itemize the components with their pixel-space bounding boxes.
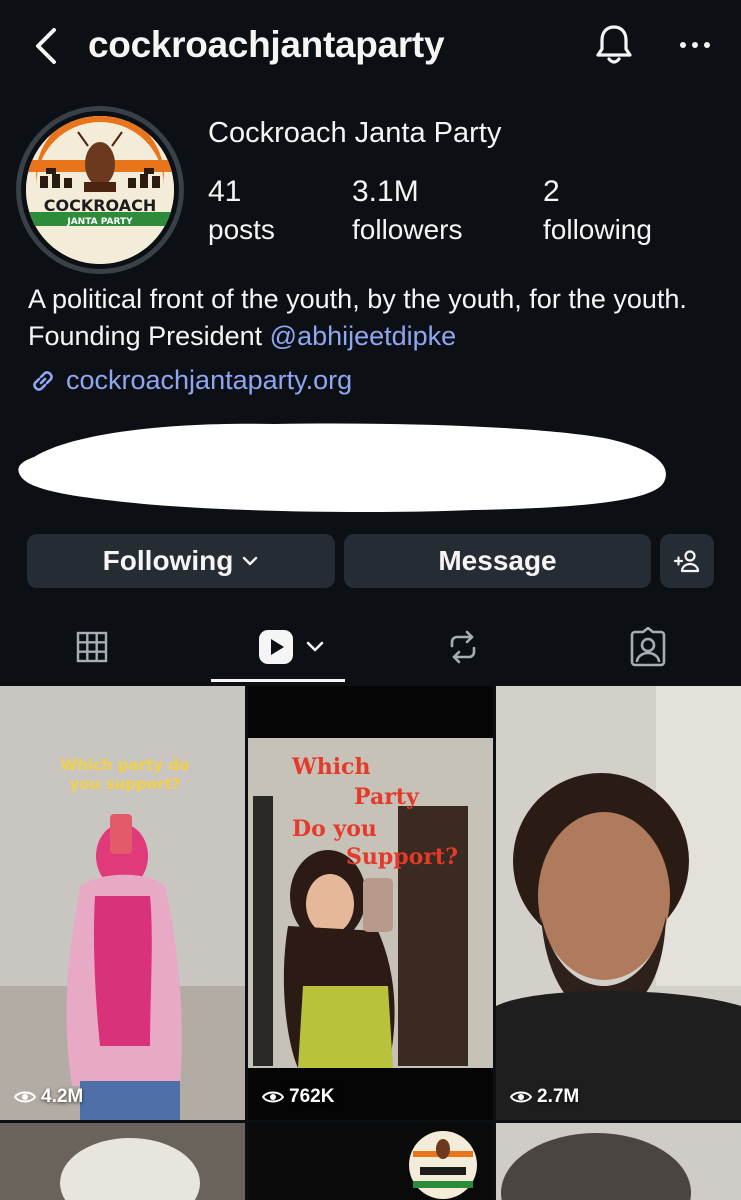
reel-caption-line: Do you (292, 816, 377, 842)
logo-text-line2: JANTA PARTY (66, 217, 133, 227)
website-link-text: cockroachjantaparty.org (66, 365, 353, 395)
tab-reposts[interactable] (444, 625, 482, 669)
reel-thumbnail[interactable] (496, 1123, 741, 1200)
profile-username: cockroachjantaparty (88, 24, 445, 65)
stat-label: following (543, 214, 652, 245)
stat-posts[interactable]: 41 posts (208, 173, 275, 249)
stat-followers[interactable]: 3.1M followers (352, 173, 462, 249)
reel-caption-line: Party (354, 784, 419, 810)
reel-image (0, 1123, 245, 1200)
stat-label: posts (208, 214, 275, 245)
back-chevron-icon[interactable] (30, 26, 64, 66)
logo-text-line1: COCKROACH (44, 196, 157, 215)
display-name: Cockroach Janta Party (208, 117, 502, 149)
stat-value: 3.1M (352, 175, 419, 208)
chevron-down-icon (306, 641, 324, 652)
following-label: Following (102, 545, 234, 576)
reel-thumbnail[interactable]: 2.7M (496, 686, 741, 1120)
party-logo-icon (248, 1123, 493, 1200)
reel-image (496, 1123, 741, 1200)
link-icon (33, 370, 53, 391)
stat-following[interactable]: 2 following (543, 173, 652, 249)
bio-mention-link[interactable]: @abhijeetdipke (270, 321, 457, 351)
reel-caption-line: Which (292, 754, 371, 780)
add-person-icon (673, 550, 700, 573)
eye-icon (510, 1091, 532, 1103)
bell-icon[interactable] (593, 22, 635, 68)
view-count-value: 4.2M (41, 1086, 84, 1107)
website-link[interactable]: cockroachjantaparty.org (28, 365, 352, 396)
tagged-icon (630, 627, 666, 667)
tab-posts[interactable] (72, 625, 112, 669)
grid-icon (76, 631, 108, 663)
view-count-value: 2.7M (537, 1086, 580, 1107)
view-count-value: 762K (289, 1086, 335, 1107)
reposts-icon (450, 630, 476, 664)
reel-thumbnail[interactable]: Which party do you support? 4.2M (0, 686, 245, 1120)
reel-view-count: 4.2M (14, 1086, 83, 1108)
redaction-mark (18, 423, 666, 512)
reel-view-count: 762K (262, 1086, 334, 1108)
reel-thumbnail[interactable] (0, 1123, 245, 1200)
party-logo-icon: COCKROACH JANTA PARTY (26, 116, 174, 264)
eye-icon (262, 1091, 284, 1103)
profile-header: cockroachjantaparty (0, 0, 741, 95)
tab-tagged[interactable] (626, 625, 670, 669)
suggest-people-button[interactable] (660, 534, 714, 588)
profile-bio: A political front of the youth, by the y… (28, 281, 728, 355)
chevron-down-icon (243, 556, 258, 566)
reels-icon (259, 630, 293, 664)
stat-label: followers (352, 214, 463, 245)
stat-value: 2 (543, 175, 560, 208)
message-button[interactable]: Message (344, 534, 651, 588)
reel-thumbnail[interactable] (248, 1123, 493, 1200)
active-tab-indicator (211, 679, 345, 682)
reel-caption-line: Support? (346, 844, 458, 870)
tab-reels[interactable] (255, 625, 329, 669)
more-options-icon[interactable] (676, 30, 714, 60)
reel-caption: Which party do you support? (60, 756, 190, 793)
reel-image (248, 738, 493, 1068)
message-label: Message (438, 545, 557, 576)
avatar[interactable]: COCKROACH JANTA PARTY (26, 116, 174, 264)
eye-icon (14, 1091, 36, 1103)
stat-value: 41 (208, 175, 242, 208)
reel-view-count: 2.7M (510, 1086, 579, 1108)
following-button[interactable]: Following (27, 534, 335, 588)
reel-image (496, 686, 741, 1120)
reel-image (0, 686, 245, 1120)
reel-thumbnail[interactable]: Which Party Do you Support? 762K (248, 686, 493, 1120)
